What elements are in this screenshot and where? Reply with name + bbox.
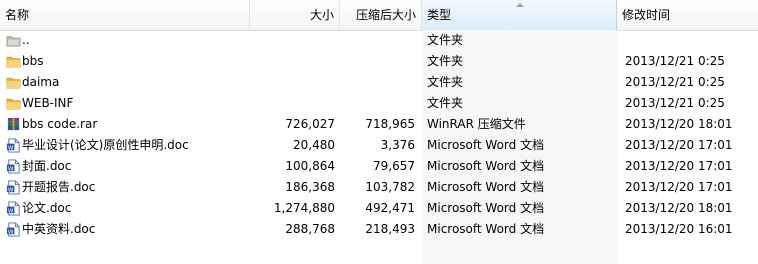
svg-text:W: W xyxy=(8,166,14,172)
file-row[interactable]: W 中英资料.doc 288,768 218,493 Microsoft Word 文档… xyxy=(0,219,758,240)
file-packed-size: 718,965 xyxy=(365,117,415,131)
column-header-packed-label: 压缩后大小 xyxy=(355,8,416,22)
file-packed-size: 79,657 xyxy=(373,159,415,173)
file-size: 288,768 xyxy=(285,222,335,236)
file-modified-time: 2013/12/20 17:01 xyxy=(625,159,733,173)
file-type: Microsoft Word 文档 xyxy=(427,180,545,194)
file-modified-time: 2013/12/21 0:25 xyxy=(625,54,725,68)
svg-text:W: W xyxy=(8,208,14,214)
column-header-packed-size[interactable]: 压缩后大小 xyxy=(340,0,422,30)
file-list-window: 名称 大小 压缩后大小 类型 修改时间 .. 文件夹 bbs 文件夹 2013/12/2… xyxy=(0,0,758,264)
folder-icon xyxy=(6,75,21,90)
file-modified-time: 2013/12/21 0:25 xyxy=(625,75,725,89)
file-packed-size xyxy=(340,72,415,93)
file-row[interactable]: daima 文件夹 2013/12/21 0:25 xyxy=(0,72,758,93)
file-packed-size: 3,376 xyxy=(380,138,415,152)
file-modified-time: 2013/12/21 0:25 xyxy=(625,96,725,110)
word-document-icon: W xyxy=(6,159,21,174)
file-row[interactable]: bbs 文件夹 2013/12/21 0:25 xyxy=(0,51,758,72)
folder-icon xyxy=(6,54,21,69)
svg-text:W: W xyxy=(8,229,14,235)
column-header-size-label: 大小 xyxy=(309,8,334,22)
file-packed-size xyxy=(340,51,415,72)
parent-folder-icon xyxy=(6,33,21,48)
column-header-type[interactable]: 类型 xyxy=(422,0,617,30)
column-header-name-label: 名称 xyxy=(5,8,30,22)
file-type: Microsoft Word 文档 xyxy=(427,201,545,215)
file-modified-time: 2013/12/20 16:01 xyxy=(625,222,733,236)
file-row[interactable]: W 开题报告.doc 186,368 103,782 Microsoft Word 文档… xyxy=(0,177,758,198)
svg-text:W: W xyxy=(8,145,14,151)
file-modified-time: 2013/12/20 17:01 xyxy=(625,138,733,152)
word-document-icon: W xyxy=(6,180,21,195)
column-header-size[interactable]: 大小 xyxy=(250,0,340,30)
file-packed-size: 218,493 xyxy=(365,222,415,236)
file-row[interactable]: bbs code.rar 726,027 718,965 WinRAR 压缩文件 201… xyxy=(0,114,758,135)
file-row[interactable]: W 毕业设计(论文)原创性申明.doc 20,480 3,376 Microsoft W… xyxy=(0,135,758,156)
file-modified-time: 2013/12/20 18:01 xyxy=(625,201,733,215)
file-modified-time xyxy=(625,30,755,51)
column-header-modified[interactable]: 修改时间 xyxy=(617,0,758,30)
svg-text:W: W xyxy=(8,187,14,193)
column-header-modified-label: 修改时间 xyxy=(622,8,671,22)
rar-archive-icon xyxy=(6,117,21,132)
file-packed-size: 103,782 xyxy=(365,180,415,194)
word-document-icon: W xyxy=(6,138,21,153)
word-document-icon: W xyxy=(6,222,21,237)
file-size: 1,274,880 xyxy=(273,201,335,215)
file-size xyxy=(250,51,335,72)
file-type: 文件夹 xyxy=(427,33,464,47)
file-modified-time: 2013/12/20 17:01 xyxy=(625,180,733,194)
file-row[interactable]: .. 文件夹 xyxy=(0,30,758,51)
file-type: 文件夹 xyxy=(427,54,464,68)
column-header-name[interactable]: 名称 xyxy=(0,0,250,30)
file-size: 186,368 xyxy=(285,180,335,194)
file-size: 100,864 xyxy=(285,159,335,173)
file-size xyxy=(250,93,335,114)
sort-ascending-icon xyxy=(516,3,524,7)
file-row[interactable]: W 论文.doc 1,274,880 492,471 Microsoft Word 文档… xyxy=(0,198,758,219)
column-header-bar: 名称 大小 压缩后大小 类型 修改时间 xyxy=(0,0,758,31)
file-packed-size: 492,471 xyxy=(365,201,415,215)
column-header-type-label: 类型 xyxy=(427,8,452,22)
file-list: .. 文件夹 bbs 文件夹 2013/12/21 0:25 daima 文件夹 2013/1… xyxy=(0,30,758,240)
file-type: WinRAR 压缩文件 xyxy=(427,117,526,131)
file-type: Microsoft Word 文档 xyxy=(427,222,545,236)
file-row[interactable]: WEB-INF 文件夹 2013/12/21 0:25 xyxy=(0,93,758,114)
file-size: 20,480 xyxy=(293,138,335,152)
folder-icon xyxy=(6,96,21,111)
file-size xyxy=(250,30,335,51)
file-packed-size xyxy=(340,30,415,51)
file-row[interactable]: W 封面.doc 100,864 79,657 Microsoft Word 文档 201… xyxy=(0,156,758,177)
file-packed-size xyxy=(340,93,415,114)
word-document-icon: W xyxy=(6,201,21,216)
file-type: 文件夹 xyxy=(427,75,464,89)
file-modified-time: 2013/12/20 18:01 xyxy=(625,117,733,131)
file-size: 726,027 xyxy=(285,117,335,131)
file-type: Microsoft Word 文档 xyxy=(427,159,545,173)
file-type: 文件夹 xyxy=(427,96,464,110)
file-size xyxy=(250,72,335,93)
file-type: Microsoft Word 文档 xyxy=(427,138,545,152)
